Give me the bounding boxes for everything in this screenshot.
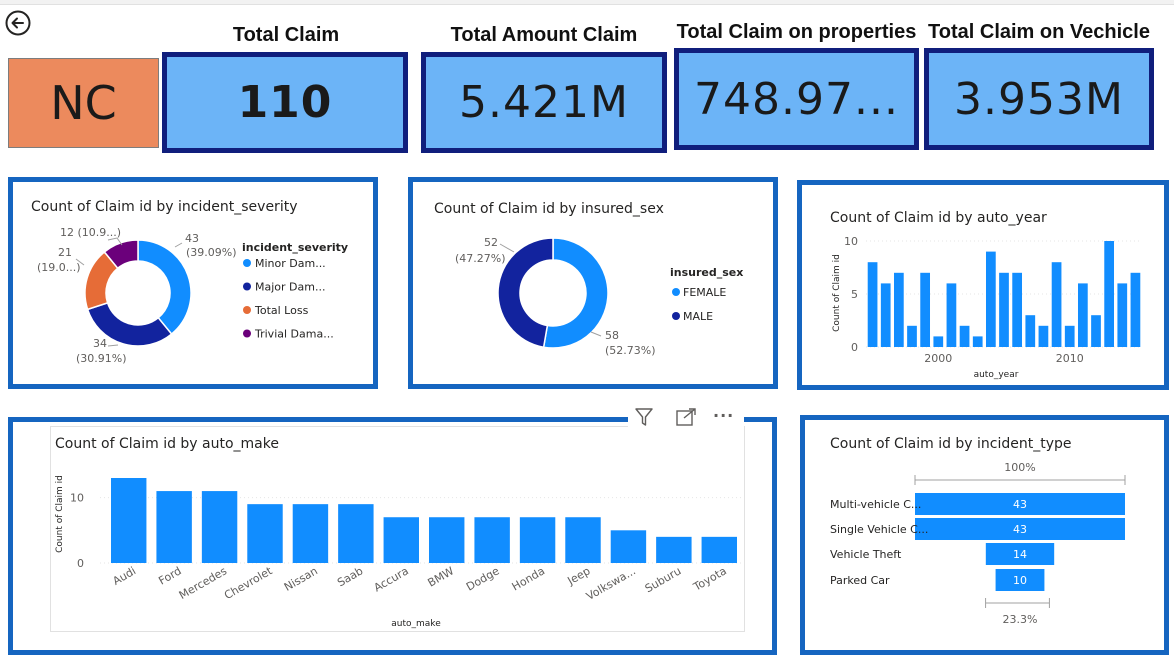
funnel-top-label: 100% [1004,461,1035,474]
funnel-top-bracket [914,475,1126,485]
funnel-value: 43 [1013,498,1027,511]
funnel-category: Multi-vehicle C... [830,498,921,511]
funnel-value: 43 [1013,523,1027,536]
chart-incident-type: 100% 43 Multi-vehicle C... 43 Single Vehicle… [830,461,1126,626]
funnel-category: Vehicle Theft [830,548,902,561]
funnel-value: 10 [1013,574,1027,587]
funnel-bottom-label: 23.3% [1003,613,1038,626]
funnel-category: Single Vehicle C... [830,523,928,536]
funnel-category: Parked Car [830,574,890,587]
funnel-value: 14 [1013,548,1027,561]
funnel-bottom-bracket [985,598,1050,608]
